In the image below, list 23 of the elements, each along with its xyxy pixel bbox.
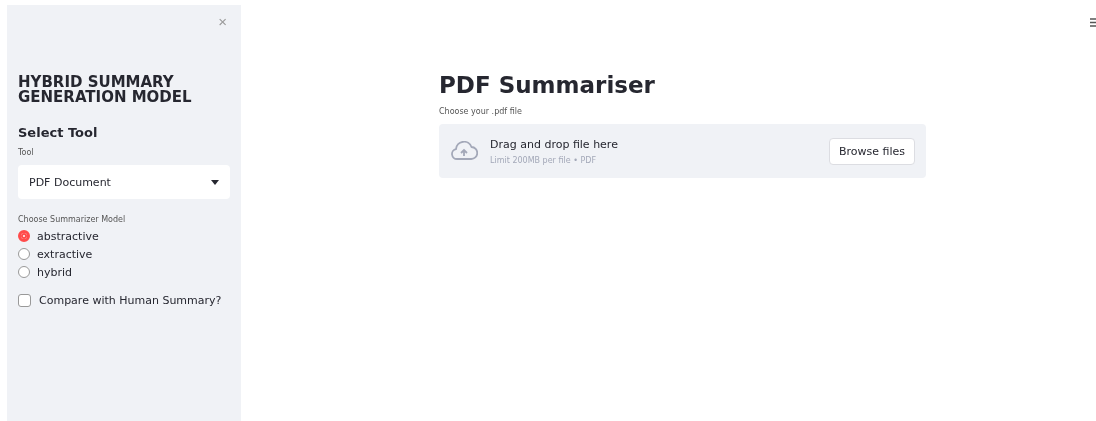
tool-select[interactable]: PDF Document [18,165,230,199]
caret-icon [211,179,219,185]
dropzone-text: Drag and drop file here [490,137,619,151]
radio-label: abstractive [37,229,99,243]
app-title: HYBRID SUMMARY GENERATION MODEL [18,75,193,105]
radio-option[interactable]: abstractive [18,230,230,242]
radio-label: extractive [37,247,93,261]
file-dropzone[interactable]: Drag and drop file here Limit 200MB per file • PDF Browse files [439,124,926,178]
radio-button[interactable] [18,230,30,242]
radio-button[interactable] [18,266,30,278]
upload-label: Choose your .pdf file [439,107,523,116]
field-label: Tool [18,148,35,157]
field-label: Choose Summarizer Model [18,215,127,224]
browse-files-button[interactable]: Browse files [828,137,915,165]
checkbox[interactable] [18,294,31,307]
radio-label: hybrid [37,265,73,279]
radio-option[interactable]: hybrid [18,266,230,278]
menu-icon[interactable] [1090,18,1096,27]
section-heading: Select Tool [18,125,99,140]
radio-button[interactable] [18,248,30,260]
cloud-upload-icon [450,141,478,161]
limit-text: Limit 200MB per file • PDF [490,155,597,165]
radio-option[interactable]: extractive [18,248,230,260]
